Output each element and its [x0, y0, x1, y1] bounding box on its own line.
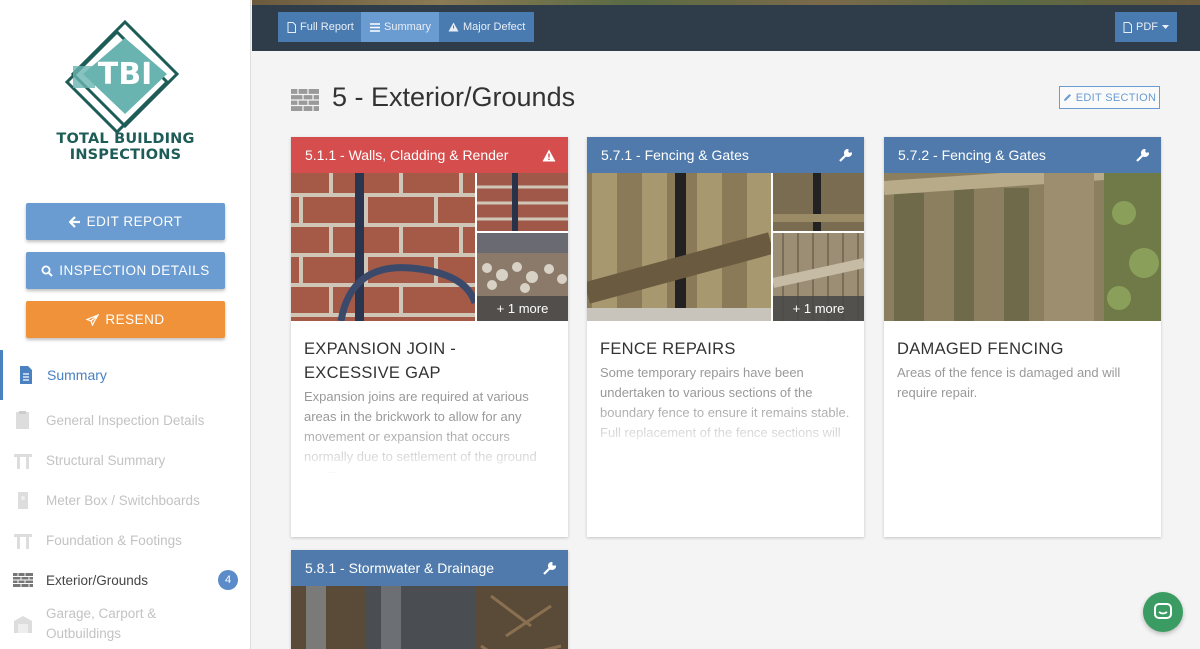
header-photo-strip	[252, 0, 1200, 5]
document-icon	[287, 21, 296, 33]
defect-card[interactable]: 5.7.1 - Fencing & Gates + 1 more FENCE R…	[587, 137, 864, 537]
pdf-label: PDF	[1136, 21, 1158, 33]
pdf-dropdown-button[interactable]: PDF	[1115, 12, 1177, 42]
inspection-details-label: INSPECTION DETAILS	[59, 263, 210, 278]
sidebar-item-label: General Inspection Details	[46, 412, 205, 428]
count-badge: 4	[218, 570, 238, 590]
fence-bracket-photo	[773, 173, 864, 231]
sidebar-item-foundation[interactable]: Foundation & Footings	[0, 520, 250, 560]
brand-name: TOTAL BUILDING INSPECTIONS	[0, 131, 250, 163]
card-header: 5.1.1 - Walls, Cladding & Render	[291, 137, 568, 173]
damaged-fence-photo	[884, 173, 1161, 321]
card-heading: 5.8.1 - Stormwater & Drainage	[305, 560, 495, 576]
warning-icon	[448, 22, 459, 32]
edit-report-label: EDIT REPORT	[86, 214, 183, 229]
major-defect-button[interactable]: Major Defect	[439, 12, 535, 42]
paper-plane-icon	[86, 313, 100, 326]
card-title: FENCE REPAIRS	[600, 340, 736, 358]
search-icon	[41, 265, 53, 277]
card-description: Expansion joins are required at various …	[304, 389, 541, 473]
edit-section-label: EDIT SECTION	[1075, 91, 1157, 104]
meter-box-icon	[18, 492, 28, 509]
defect-card[interactable]: 5.8.1 - Stormwater & Drainage	[291, 550, 568, 649]
file-pdf-icon	[1123, 21, 1132, 33]
wrench-icon	[1136, 148, 1149, 162]
brick-icon	[13, 573, 33, 587]
resend-button[interactable]: RESEND	[26, 301, 225, 338]
card-description: Areas of the fence is damaged and will r…	[897, 365, 1121, 400]
defect-card[interactable]: 5.1.1 - Walls, Cladding & Render + 1 mor…	[291, 137, 568, 537]
sidebar-item-exterior-grounds[interactable]: Exterior/Grounds 4	[0, 560, 250, 600]
sidebar-item-label: Meter Box / Switchboards	[46, 492, 200, 508]
more-photos-badge[interactable]: + 1 more	[477, 296, 568, 321]
sidebar-item-garage[interactable]: Garage, Carport & Outbuildings	[0, 600, 250, 648]
card-header: 5.7.1 - Fencing & Gates	[587, 137, 864, 173]
frame-icon	[14, 534, 32, 549]
sidebar-item-label: Exterior/Grounds	[46, 572, 149, 588]
caret-down-icon	[1162, 25, 1169, 29]
card-heading: 5.7.1 - Fencing & Gates	[601, 147, 749, 163]
sidebar-item-label: Garage, Carport & Outbuildings	[46, 606, 157, 641]
inspection-details-button[interactable]: INSPECTION DETAILS	[26, 252, 225, 289]
defect-card[interactable]: 5.7.2 - Fencing & Gates DAMAGED FENCING …	[884, 137, 1161, 537]
edit-report-button[interactable]: EDIT REPORT	[26, 203, 225, 240]
arrow-left-icon	[68, 215, 80, 228]
card-title: EXPANSION JOIN - EXCESSIVE GAP	[304, 340, 457, 382]
document-icon	[20, 366, 32, 384]
full-report-button[interactable]: Full Report	[278, 12, 363, 42]
clipboard-icon	[16, 411, 29, 429]
page-title: 5 - Exterior/Grounds	[332, 82, 576, 112]
resend-label: RESEND	[105, 312, 165, 327]
card-header: 5.7.2 - Fencing & Gates	[884, 137, 1161, 173]
warning-icon	[542, 149, 556, 161]
chat-icon	[1154, 603, 1172, 619]
pencil-icon	[1063, 94, 1071, 101]
frame-icon	[14, 454, 32, 469]
card-header: 5.8.1 - Stormwater & Drainage	[291, 550, 568, 586]
brick-icon	[291, 89, 319, 111]
photo-gallery[interactable]: + 1 more	[291, 173, 568, 321]
sidebar-nav: Summary General Inspection Details Struc…	[0, 350, 250, 648]
svg-text:TBI: TBI	[98, 57, 153, 92]
stormwater-pipe-photo	[291, 586, 568, 649]
garage-icon	[14, 616, 32, 633]
main-content: 5 - Exterior/Grounds EDIT SECTION 5.1.1 …	[252, 51, 1200, 649]
brand-name-line1: TOTAL BUILDING	[56, 131, 195, 147]
card-description: Some temporary repairs have been underta…	[600, 365, 850, 449]
wrench-icon	[839, 148, 852, 162]
list-icon	[370, 22, 380, 32]
sidebar-item-label: Structural Summary	[46, 452, 166, 468]
summary-button[interactable]: Summary	[361, 12, 441, 42]
major-defect-label: Major Defect	[463, 21, 526, 33]
photo-gallery[interactable]	[291, 586, 568, 649]
photo-gallery[interactable]: + 1 more	[587, 173, 864, 321]
fence-repair-photo	[587, 173, 771, 321]
full-report-label: Full Report	[300, 21, 354, 33]
sidebar-item-meter-box[interactable]: Meter Box / Switchboards	[0, 480, 250, 520]
brand-name-line2: INSPECTIONS	[69, 147, 182, 163]
card-heading: 5.1.1 - Walls, Cladding & Render	[305, 147, 509, 163]
sidebar-item-label: Summary	[47, 367, 107, 383]
chat-launcher-button[interactable]	[1143, 592, 1183, 632]
photo-gallery[interactable]	[884, 173, 1161, 321]
card-heading: 5.7.2 - Fencing & Gates	[898, 147, 1046, 163]
expansion-gap-photo	[477, 173, 568, 231]
wrench-icon	[543, 561, 556, 575]
sidebar-item-summary[interactable]: Summary	[0, 350, 250, 400]
sidebar: TBI TOTAL BUILDING INSPECTIONS EDIT REPO…	[0, 0, 251, 649]
sidebar-item-structural-summary[interactable]: Structural Summary	[0, 440, 250, 480]
sidebar-item-label: Foundation & Footings	[46, 532, 182, 548]
brick-wall-photo	[291, 173, 475, 321]
card-title: DAMAGED FENCING	[897, 340, 1064, 358]
edit-section-button[interactable]: EDIT SECTION	[1059, 86, 1160, 109]
summary-label: Summary	[384, 21, 432, 33]
more-photos-badge[interactable]: + 1 more	[773, 296, 864, 321]
sidebar-item-general-inspection-details[interactable]: General Inspection Details	[0, 400, 250, 440]
report-toolbar: Full Report Summary Major Defect PDF	[252, 0, 1200, 51]
